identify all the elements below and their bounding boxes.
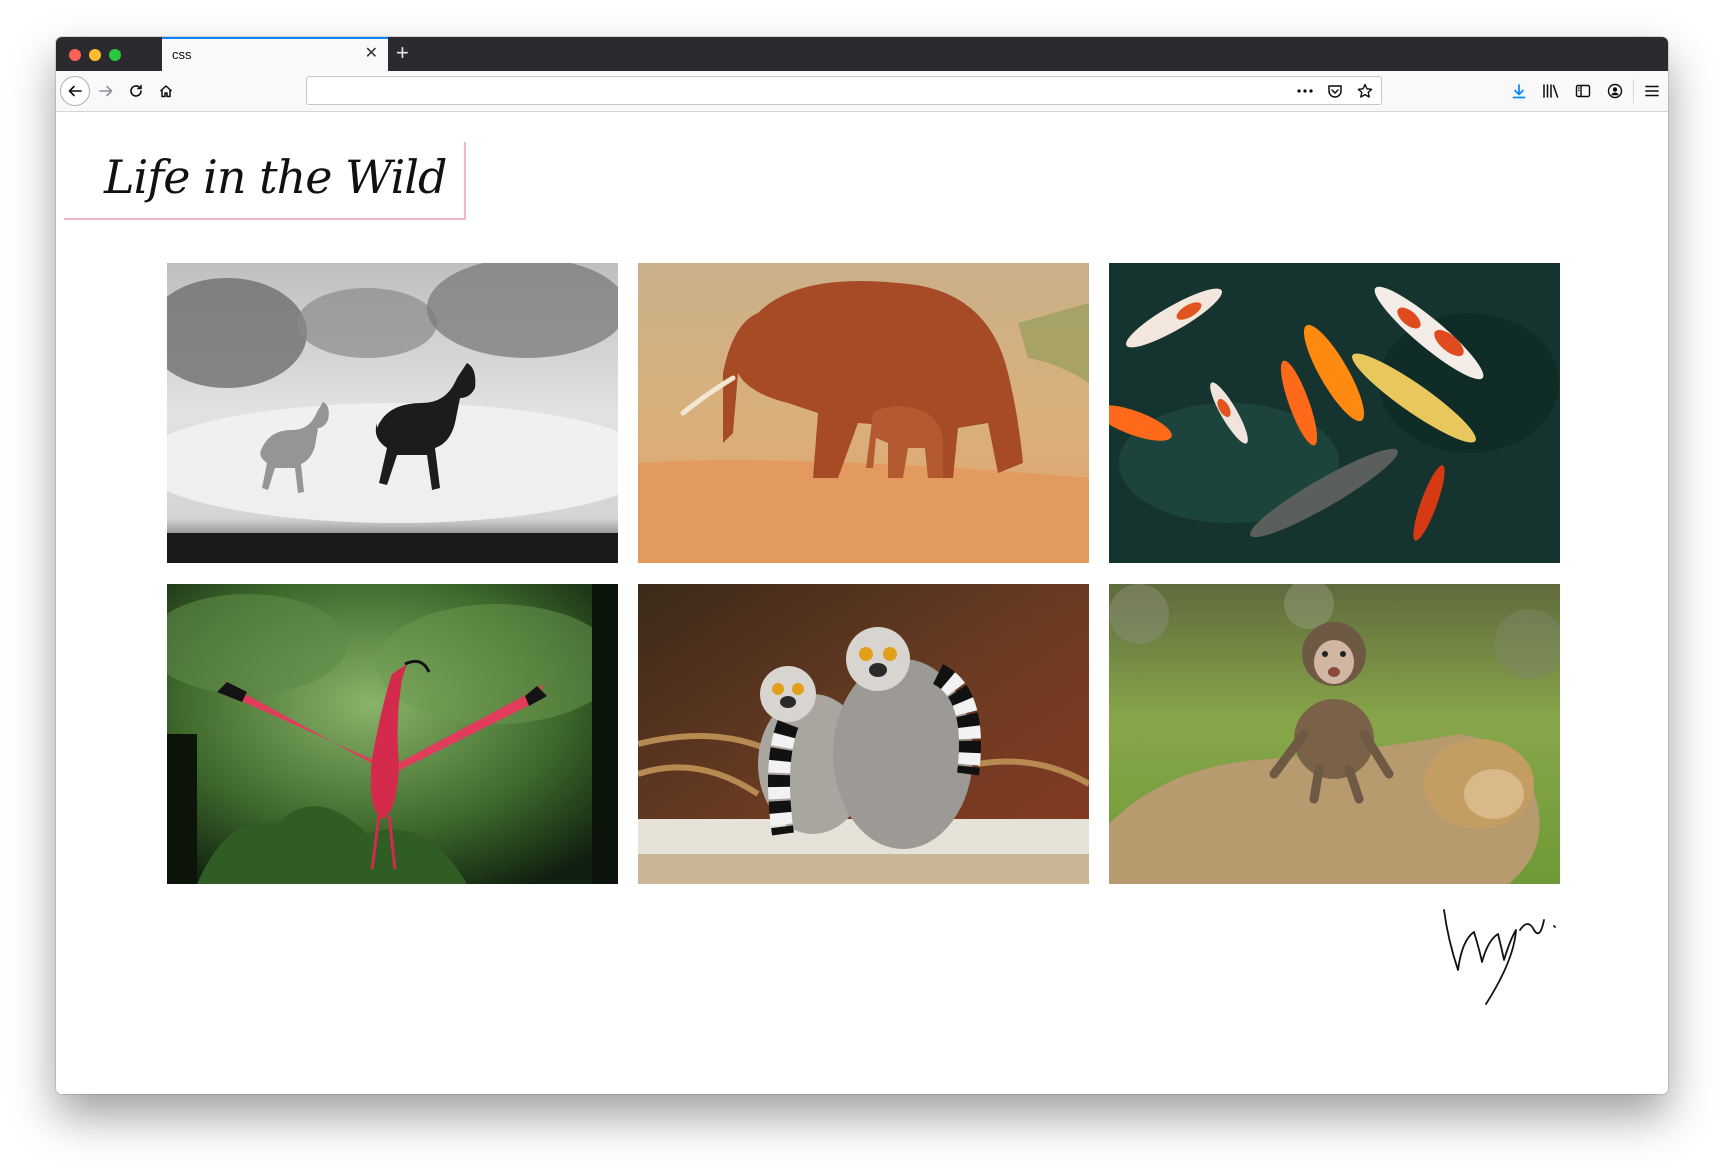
more-dots-icon[interactable]	[1295, 81, 1315, 101]
title-box: Life in the Wild	[64, 142, 466, 220]
home-button[interactable]	[152, 71, 180, 111]
bookmark-star-icon[interactable]	[1355, 81, 1375, 101]
hamburger-menu-icon[interactable]	[1636, 75, 1668, 107]
photo-koi	[1109, 263, 1560, 563]
account-icon[interactable]	[1599, 75, 1631, 107]
reload-button[interactable]	[122, 71, 150, 111]
photo-monkeys	[1109, 584, 1560, 884]
library-icon[interactable]	[1535, 75, 1567, 107]
photo-lemurs	[638, 584, 1089, 884]
photo-elephants	[638, 263, 1089, 563]
reload-icon	[130, 84, 142, 97]
photo-horses	[167, 263, 618, 563]
address-bar[interactable]	[306, 76, 1382, 105]
page-title: Life in the Wild	[104, 150, 447, 204]
forward-button[interactable]	[92, 71, 120, 111]
back-arrow-icon	[68, 85, 82, 97]
navigation-toolbar	[56, 71, 1668, 112]
browser-window: css ✕ + Life in the Wild	[56, 37, 1668, 1094]
close-window-button[interactable]	[69, 49, 81, 61]
new-tab-icon[interactable]: +	[396, 40, 409, 66]
download-icon[interactable]	[1503, 75, 1535, 107]
home-icon	[159, 85, 173, 98]
toolbar-right	[1503, 71, 1668, 111]
back-button[interactable]	[59, 71, 91, 111]
forward-arrow-icon	[99, 85, 113, 97]
photo-ibis	[167, 584, 618, 884]
sidebar-icon[interactable]	[1567, 75, 1599, 107]
tab-title: css	[172, 47, 192, 62]
zoom-window-button[interactable]	[109, 49, 121, 61]
minimize-window-button[interactable]	[89, 49, 101, 61]
toolbar-separator	[1633, 79, 1634, 103]
signature	[1443, 909, 1556, 1005]
page-actions	[1295, 77, 1375, 104]
pocket-icon[interactable]	[1325, 81, 1345, 101]
photo-gallery	[167, 263, 1562, 885]
tab-bar: css ✕ +	[56, 37, 1668, 71]
close-tab-icon[interactable]: ✕	[365, 45, 378, 63]
tab-active[interactable]: css ✕	[162, 37, 388, 71]
page-content: Life in the Wild	[56, 112, 1668, 1094]
